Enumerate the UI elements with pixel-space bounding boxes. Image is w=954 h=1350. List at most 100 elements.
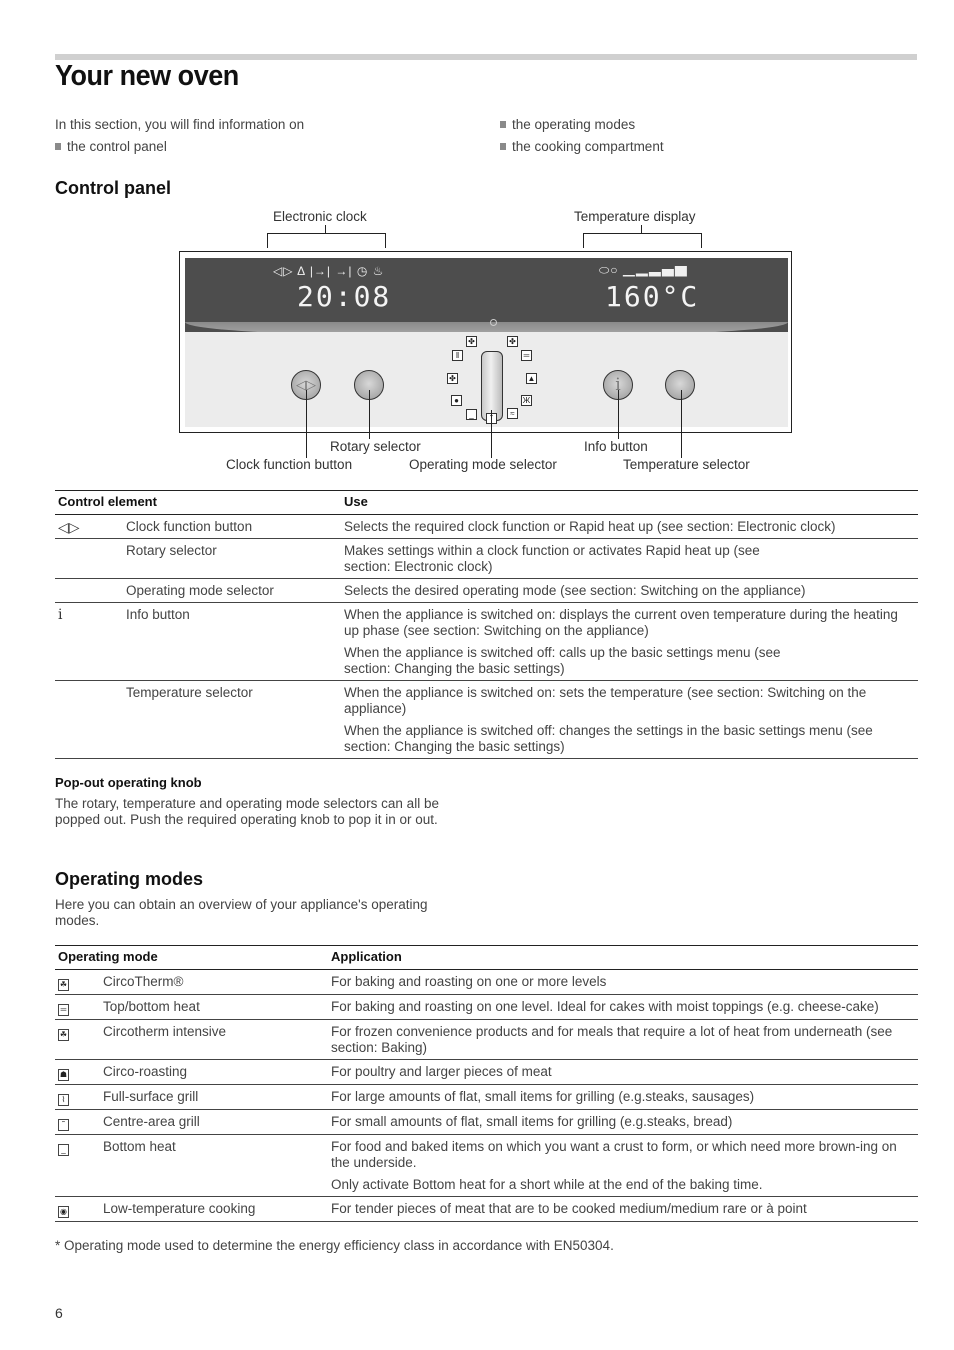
empty-symbol (55, 578, 123, 603)
leader-line (306, 390, 307, 458)
element-use: When the appliance is switched on: displ… (341, 602, 918, 681)
intro-bullet: the operating modes (500, 117, 635, 132)
mode-icon: ≈ (507, 408, 518, 419)
empty-symbol (55, 680, 123, 759)
intro-bullet-text: the operating modes (512, 117, 636, 132)
application-text: For baking and roasting on one level. Id… (331, 999, 879, 1014)
operating-modes-table: Operating mode Application ☘ CircoTherm®… (55, 945, 918, 1222)
element-name: Rotary selector (123, 538, 341, 579)
element-use: When the appliance is switched on: sets … (341, 680, 918, 759)
mode-icon: ✤ (466, 336, 477, 347)
control-element-table: Control element Use ◁▷ Clock function bu… (55, 490, 918, 759)
column-header: Application (328, 945, 918, 970)
element-use: Selects the required clock function or R… (341, 514, 918, 539)
table-row: ◁▷ Clock function button Selects the req… (55, 514, 918, 539)
mode-name: Full-surface grill (100, 1084, 328, 1110)
table-row: ☗ Circo-roasting For poultry and larger … (55, 1059, 918, 1085)
element-name: Info button (123, 602, 341, 681)
table-row: Rotary selector Makes settings within a … (55, 538, 918, 579)
mode-icon: _ (466, 409, 477, 420)
popout-text: The rotary, temperature and operating mo… (55, 796, 439, 827)
mode-icon: ═ (521, 350, 532, 361)
table-row: _ Bottom heat For food and baked items o… (55, 1134, 918, 1197)
table-row: ☘ Circotherm intensive For frozen conven… (55, 1019, 918, 1060)
element-name: Temperature selector (123, 680, 341, 759)
operating-modes-intro: Here you can obtain an overview of your … (55, 897, 428, 928)
table-row: ˜ Centre-area grill For small amounts of… (55, 1109, 918, 1135)
leader-line (325, 225, 326, 233)
table-header-row: Operating mode Application (55, 945, 918, 970)
mode-application: For food and baked items on which you wa… (328, 1134, 918, 1197)
element-name: Operating mode selector (123, 578, 341, 603)
mode-application: For baking and roasting on one or more l… (328, 969, 918, 995)
application-text: For baking and roasting on one or more l… (331, 974, 607, 989)
bracket (267, 233, 386, 248)
label-clock-function-button: Clock function button (226, 457, 353, 472)
mode-icon: ✤ (447, 373, 458, 384)
use-text: When the appliance is switched on: displ… (344, 607, 898, 638)
label-operating-mode-selector: Operating mode selector (409, 457, 557, 472)
empty-symbol (55, 538, 123, 579)
label-electronic-clock: Electronic clock (273, 209, 367, 224)
clock-function-icon: ◁▷ (55, 514, 123, 539)
table-row: ⌇ Full-surface grill For large amounts o… (55, 1084, 918, 1110)
mode-application: For poultry and larger pieces of meat (328, 1059, 918, 1085)
use-text: When the appliance is switched on: sets … (344, 685, 867, 716)
application-text: For frozen convenience products and for … (331, 1024, 893, 1055)
mode-icon: ✤ (507, 336, 518, 347)
mode-name: Circotherm intensive (100, 1019, 328, 1060)
mode-icon: ▲ (526, 373, 537, 384)
mode-application: For large amounts of flat, small items f… (328, 1084, 918, 1110)
use-text: Makes settings within a clock function o… (344, 543, 760, 574)
mode-name: Centre-area grill (100, 1109, 328, 1135)
table-row: Temperature selector When the appliance … (55, 680, 918, 759)
oven-control-panel: ◁▷ Δ |→| →| ◷ ♨ 20:08 ⬭○ ▁▂▃▅▇ 160°C ◁▷ … (179, 251, 792, 433)
info-icon: i (55, 602, 123, 681)
mode-icon: ‖ (452, 350, 463, 361)
clock-time-readout: 20:08 (297, 280, 392, 313)
leader-line (369, 390, 370, 439)
application-text: For tender pieces of meat that are to be… (331, 1201, 807, 1216)
mode-name: Top/bottom heat (100, 994, 328, 1020)
application-text: Only activate Bottom heat for a short wh… (331, 1177, 763, 1192)
lcd-display: ◁▷ Δ |→| →| ◷ ♨ 20:08 ⬭○ ▁▂▃▅▇ 160°C (185, 258, 788, 332)
label-temperature-selector: Temperature selector (623, 457, 750, 472)
column-header: Use (341, 490, 918, 515)
intro-bullet: the control panel (55, 139, 167, 154)
leader-line (491, 410, 492, 458)
column-header: Operating mode (55, 945, 328, 970)
temperature-selector[interactable] (665, 370, 695, 400)
mode-application: For tender pieces of meat that are to be… (328, 1196, 918, 1222)
label-rotary-selector: Rotary selector (330, 439, 421, 454)
table-row: i Info button When the appliance is swit… (55, 602, 918, 681)
column-header: Control element (55, 490, 341, 515)
label-temperature-display: Temperature display (574, 209, 696, 224)
leader-line (618, 390, 619, 439)
page-number: 6 (55, 1305, 63, 1321)
operating-mode-selector[interactable] (481, 351, 503, 421)
low-temperature-icon: ◉ (58, 1206, 69, 1218)
mode-application: For baking and roasting on one level. Id… (328, 994, 918, 1020)
bottom-heat-icon: _ (58, 1144, 69, 1156)
intro-bullet-text: the control panel (67, 139, 167, 154)
table-row: Operating mode selector Selects the desi… (55, 578, 918, 603)
centre-area-grill-icon: ˜ (58, 1119, 69, 1131)
page-title: Your new oven (55, 60, 239, 92)
use-text: When the appliance is switched off: chan… (344, 723, 873, 754)
table-row: ☘ CircoTherm® For baking and roasting on… (55, 969, 918, 995)
table-row: ═ Top/bottom heat For baking and roastin… (55, 994, 918, 1020)
top-bottom-heat-icon: ═ (58, 1004, 69, 1016)
application-text: For large amounts of flat, small items f… (331, 1089, 755, 1104)
leader-line (641, 225, 642, 233)
application-text: For poultry and larger pieces of meat (331, 1064, 552, 1079)
use-text: Selects the desired operating mode (see … (344, 583, 806, 598)
intro-bullet: the cooking compartment (500, 139, 664, 154)
label-info-button: Info button (584, 439, 648, 454)
clock-function-icons: ◁▷ Δ |→| →| ◷ ♨ (273, 264, 385, 278)
popout-heading: Pop-out operating knob (55, 775, 202, 790)
bracket (583, 233, 702, 248)
application-text: For small amounts of flat, small items f… (331, 1114, 733, 1129)
mode-icon: Ж (521, 395, 532, 406)
use-text: Selects the required clock function or R… (344, 519, 836, 534)
temperature-readout: 160°C (605, 280, 700, 313)
